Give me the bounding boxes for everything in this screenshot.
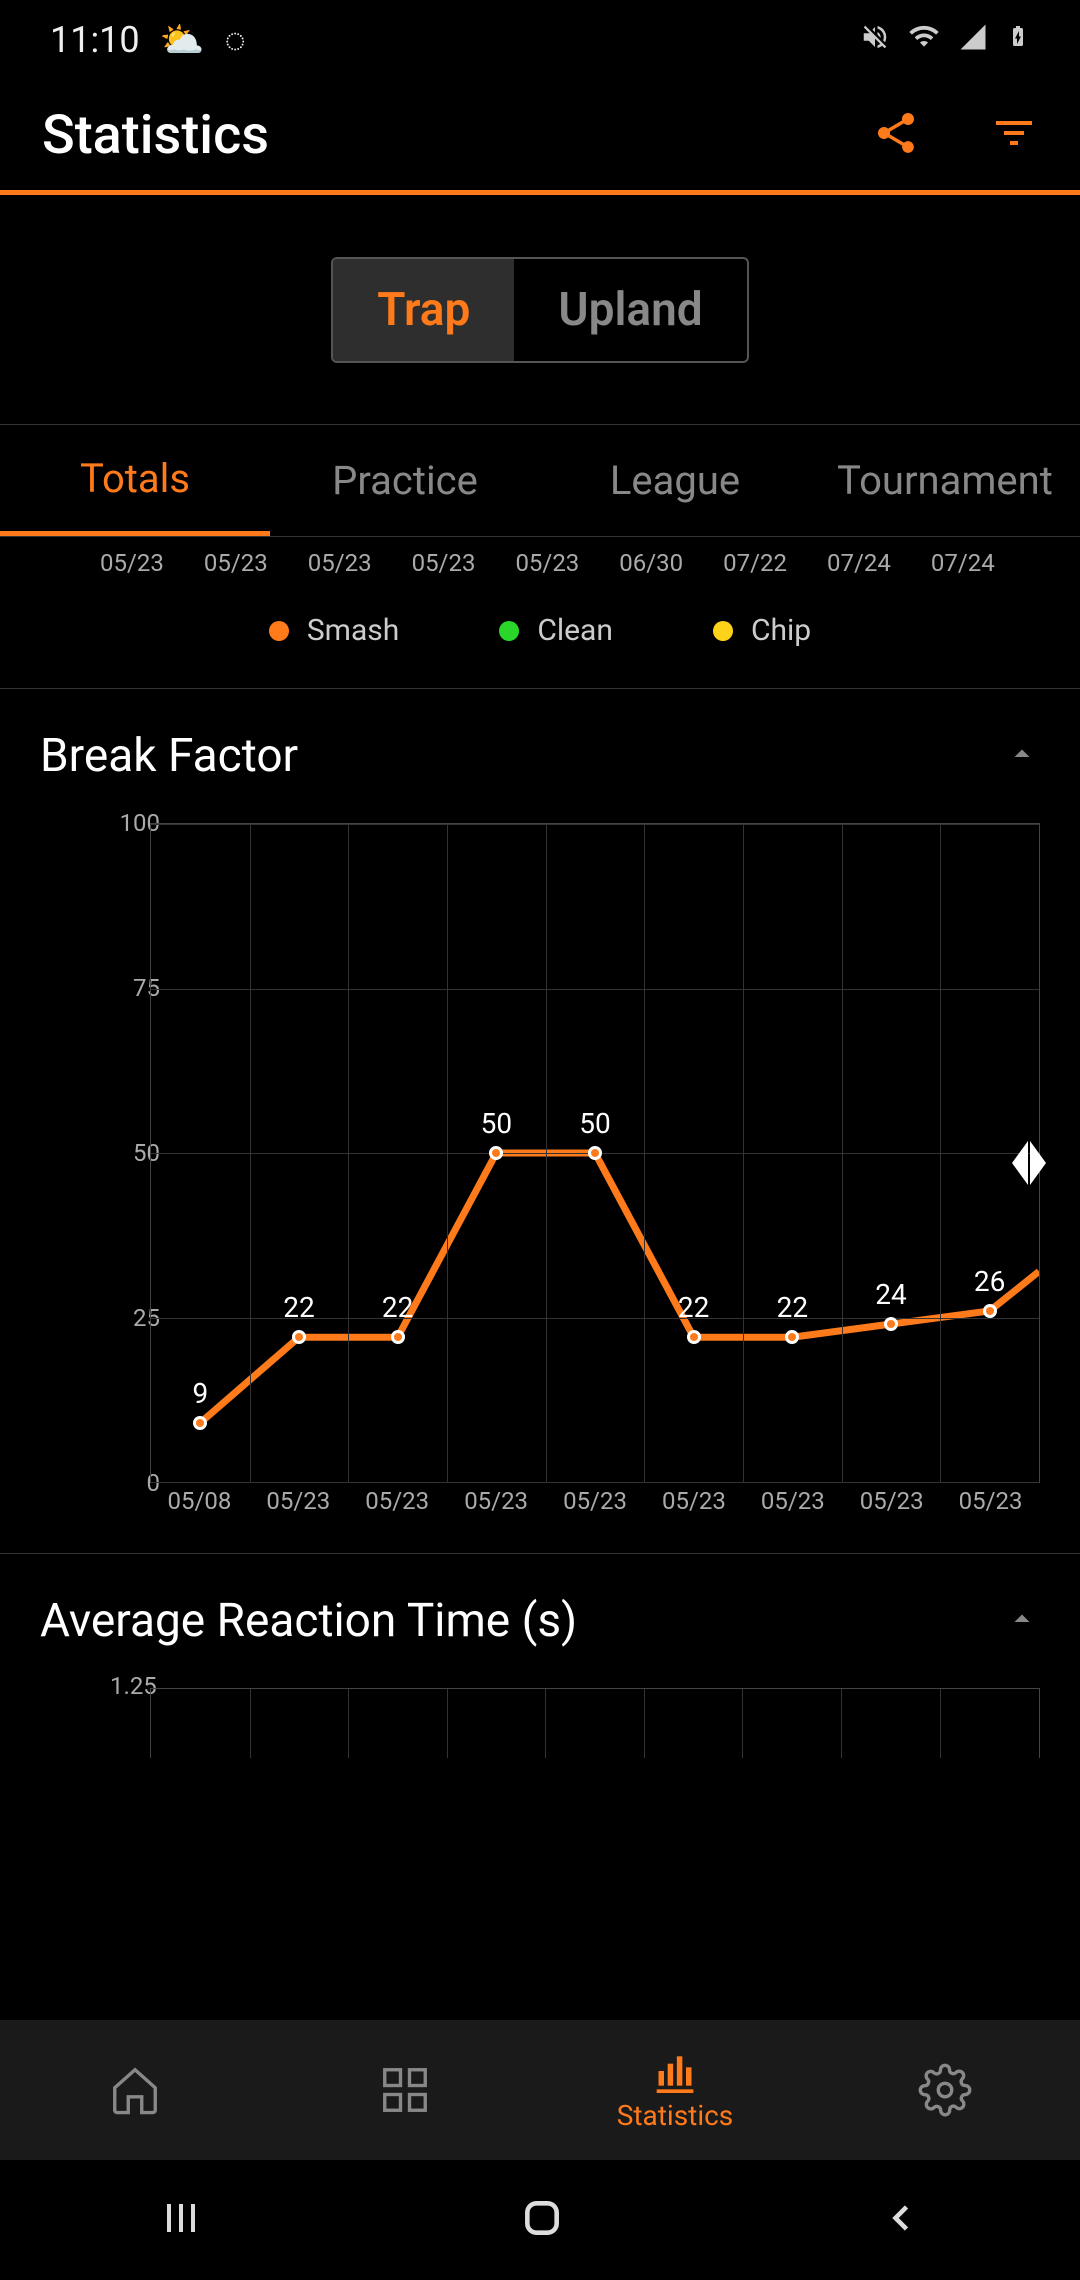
status-time: 11:10 [50,19,140,61]
reaction-time-title: Average Reaction Time (s) [40,1594,577,1648]
signal-icon [958,19,988,61]
x-tick: 05/23 [743,1487,842,1523]
chart-legend: Smash Clean Chip [0,589,1080,689]
page-title: Statistics [42,104,269,167]
data-label: 50 [481,1107,512,1140]
data-label: 22 [283,1291,314,1324]
tab-tournament[interactable]: Tournament [810,425,1080,536]
previous-chart-dates: 05/23 05/23 05/23 05/23 05/23 06/30 07/2… [0,537,1080,589]
app-header: Statistics [0,80,1080,195]
collapse-icon[interactable] [1004,1601,1040,1641]
bottom-nav: Statistics [0,2020,1080,2160]
recent-apps-button[interactable] [157,2194,205,2246]
prev-date: 05/23 [100,549,164,577]
prev-date: 05/23 [515,549,579,577]
data-point [884,1317,898,1331]
break-factor-title: Break Factor [40,729,298,783]
prev-date: 07/24 [931,549,995,577]
legend-label: Clean [537,613,613,648]
data-point [785,1330,799,1344]
home-button[interactable] [520,2196,564,2244]
data-point [983,1304,997,1318]
legend-clean: Clean [499,613,613,648]
prev-date: 05/23 [204,549,268,577]
legend-dot-clean [499,621,519,641]
mute-icon [860,19,890,61]
system-nav [0,2160,1080,2280]
break-factor-section: Break Factor 0255075100 9222250502222242… [0,689,1080,1554]
prev-date: 05/23 [412,549,476,577]
mode-trap[interactable]: Trap [333,259,514,361]
spinner-icon: ◌ [224,19,245,61]
stats-tabs: Totals Practice League Tournament [0,425,1080,537]
x-tick: 05/23 [249,1487,348,1523]
data-point [391,1330,405,1344]
legend-label: Chip [751,613,811,648]
data-point [687,1330,701,1344]
chart-scroll-handle[interactable] [1012,1141,1046,1185]
reaction-time-section: Average Reaction Time (s) 1.25 [0,1554,1080,1758]
mode-upland[interactable]: Upland [514,259,746,361]
x-tick: 05/23 [644,1487,743,1523]
data-label: 22 [382,1291,413,1324]
x-tick: 05/23 [941,1487,1040,1523]
filter-icon[interactable] [990,109,1038,161]
break-factor-chart[interactable]: 0255075100 92222505022222426 05/0805/230… [110,803,1040,1523]
reaction-time-chart[interactable]: 1.25 [110,1668,1040,1758]
data-label: 50 [579,1107,610,1140]
nav-statistics[interactable]: Statistics [540,2020,810,2160]
data-point [193,1416,207,1430]
prev-date: 07/24 [827,549,891,577]
x-tick: 05/23 [447,1487,546,1523]
prev-date: 05/23 [308,549,372,577]
tab-totals[interactable]: Totals [0,425,270,536]
share-icon[interactable] [872,109,920,161]
x-tick: 05/08 [150,1487,249,1523]
data-point [489,1146,503,1160]
x-tick: 05/23 [842,1487,941,1523]
tab-league[interactable]: League [540,425,810,536]
legend-smash: Smash [269,613,399,648]
x-tick: 05/23 [546,1487,645,1523]
status-bar: 11:10 ⛅ ◌ [0,0,1080,80]
data-point [292,1330,306,1344]
data-label: 22 [777,1291,808,1324]
back-button[interactable] [879,2196,923,2244]
nav-grid[interactable] [270,2020,540,2160]
battery-icon [1006,19,1030,62]
legend-label: Smash [307,613,399,648]
prev-date: 06/30 [619,549,683,577]
prev-date: 07/22 [723,549,787,577]
legend-dot-smash [269,621,289,641]
data-label: 24 [875,1278,906,1311]
x-tick: 05/23 [348,1487,447,1523]
data-point [588,1146,602,1160]
tab-practice[interactable]: Practice [270,425,540,536]
nav-settings[interactable] [810,2020,1080,2160]
weather-icon: ⛅ [160,19,205,61]
nav-statistics-label: Statistics [617,2099,734,2132]
wifi-icon [908,19,940,61]
mode-toggle: Trap Upland [331,257,748,363]
data-label: 22 [678,1291,709,1324]
nav-home[interactable] [0,2020,270,2160]
mode-toggle-row: Trap Upland [0,195,1080,425]
legend-dot-chip [713,621,733,641]
legend-chip: Chip [713,613,811,648]
data-label: 26 [974,1265,1005,1298]
data-label: 9 [192,1377,208,1410]
collapse-icon[interactable] [1004,736,1040,776]
